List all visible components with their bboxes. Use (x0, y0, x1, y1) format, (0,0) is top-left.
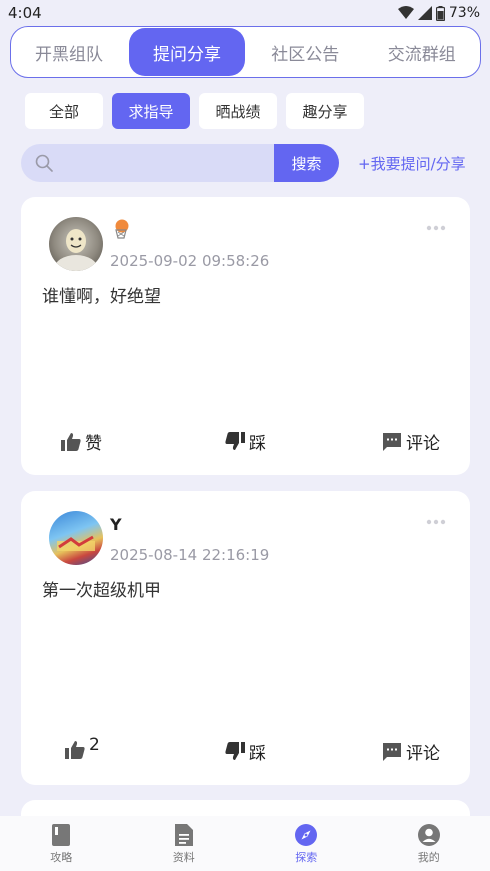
post-actions: 2 踩 评论 (21, 735, 470, 765)
status-icons: 73% (397, 5, 480, 21)
nav-label: 探索 (295, 851, 318, 864)
post-card[interactable]: Y 2025-08-14 22:16:19 第一次超级机甲 2 踩 评论 (21, 491, 470, 785)
comment-label: 评论 (406, 744, 440, 764)
basketball-badge-icon (115, 219, 129, 239)
dislike-label: 踩 (249, 744, 266, 764)
chip-all[interactable]: 全部 (25, 93, 103, 129)
avatar[interactable] (49, 217, 103, 271)
nav-data[interactable]: 资料 (123, 816, 246, 871)
thumbs-down-icon (225, 742, 245, 760)
post-time: 2025-09-02 09:58:26 (110, 252, 270, 270)
nav-profile[interactable]: 我的 (368, 816, 490, 871)
category-tabs: 开黑组队 提问分享 社区公告 交流群组 (10, 26, 481, 78)
battery-percent: 73% (448, 5, 480, 21)
more-options-icon[interactable] (426, 519, 446, 525)
signal-icon (417, 6, 432, 20)
thumbs-up-icon (65, 740, 85, 759)
thumbs-down-icon (225, 432, 245, 450)
chip-seek-guidance[interactable]: 求指导 (112, 93, 190, 129)
tab-team-up[interactable]: 开黑组队 (11, 28, 127, 76)
tab-announcements[interactable]: 社区公告 (247, 28, 364, 76)
book-icon (52, 824, 71, 846)
avatar[interactable] (49, 511, 103, 565)
comment-button[interactable]: 评论 (382, 429, 440, 454)
avatar-image (57, 535, 95, 551)
search-box (21, 144, 274, 182)
tab-qa-share[interactable]: 提问分享 (129, 28, 245, 76)
search-row: 搜索 +我要提问/分享 (21, 144, 481, 182)
post-time: 2025-08-14 22:16:19 (110, 546, 270, 564)
comment-label: 评论 (406, 434, 440, 454)
thumbs-up-icon (61, 433, 81, 451)
chip-fun-share[interactable]: 趣分享 (286, 93, 364, 129)
post-actions: 赞 踩 评论 (21, 429, 470, 455)
comment-button[interactable]: 评论 (382, 739, 440, 764)
status-time: 4:04 (8, 4, 42, 22)
dislike-button[interactable]: 踩 (225, 739, 266, 764)
search-icon (35, 154, 53, 172)
post-card[interactable]: 2025-09-02 09:58:26 谁懂啊，好绝望 赞 踩 评论 (21, 197, 470, 475)
ask-share-link[interactable]: +我要提问/分享 (358, 153, 466, 174)
dislike-button[interactable]: 踩 (225, 429, 266, 454)
search-input[interactable] (61, 144, 274, 182)
search-button[interactable]: 搜索 (274, 144, 339, 182)
author-name[interactable]: Y (110, 515, 122, 534)
status-bar: 4:04 73% (0, 0, 490, 26)
comment-icon (383, 432, 401, 451)
post-content: 第一次超级机甲 (42, 581, 161, 601)
nav-explore[interactable]: 探索 (245, 816, 368, 871)
compass-icon (295, 824, 318, 846)
chip-show-results[interactable]: 晒战绩 (199, 93, 277, 129)
nav-guides[interactable]: 攻略 (0, 816, 123, 871)
dislike-label: 踩 (249, 434, 266, 454)
like-count: 2 (89, 735, 100, 755)
tab-groups[interactable]: 交流群组 (364, 28, 481, 76)
avatar-image (54, 229, 98, 271)
document-icon (174, 824, 193, 846)
like-button[interactable]: 2 (65, 735, 100, 759)
bottom-nav: 攻略 资料 探索 我的 (0, 816, 490, 871)
comment-icon (383, 742, 401, 761)
nav-label: 资料 (172, 851, 195, 864)
post-content: 谁懂啊，好绝望 (42, 287, 161, 307)
nav-label: 攻略 (50, 851, 73, 864)
profile-icon (417, 824, 440, 846)
filter-chips: 全部 求指导 晒战绩 趣分享 (25, 93, 364, 129)
wifi-icon (397, 6, 414, 19)
battery-icon (435, 5, 445, 21)
more-options-icon[interactable] (426, 225, 446, 231)
like-label: 赞 (85, 434, 102, 454)
like-button[interactable]: 赞 (61, 429, 102, 454)
nav-label: 我的 (417, 851, 440, 864)
